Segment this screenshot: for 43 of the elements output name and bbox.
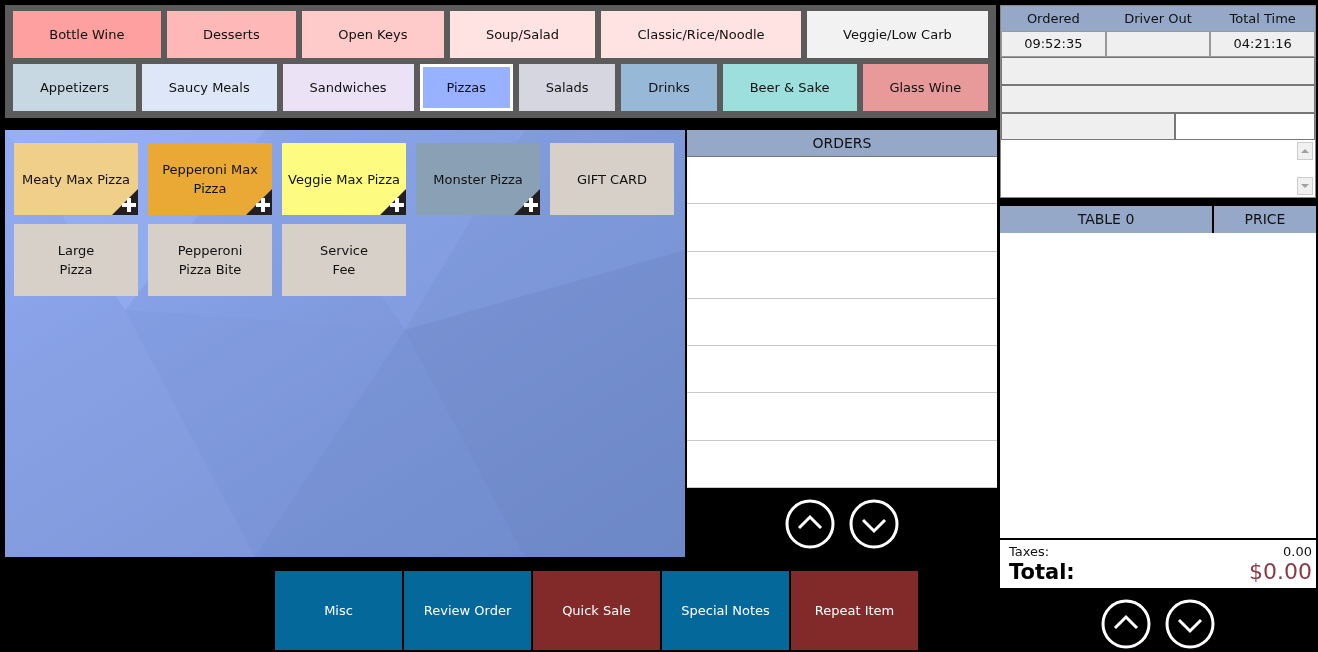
column-header: PRICE [1243, 210, 1287, 229]
action-button[interactable]: Quick Sale [533, 571, 660, 650]
scroll-down-button[interactable] [1165, 599, 1215, 649]
column-header: TABLE 0 [1000, 206, 1214, 233]
menu-item-button[interactable]: Meaty Max Pizza [14, 143, 138, 215]
category-tab[interactable]: Desserts [166, 11, 296, 58]
menu-item-button[interactable]: Service Fee [282, 224, 406, 296]
menu-item-button[interactable]: Pepperoni Pizza Bite [148, 224, 272, 296]
category-tab[interactable]: Classic/Rice/Noodle [601, 11, 801, 58]
category-tab[interactable]: Soup/Salad [449, 11, 596, 58]
menu-item-button[interactable]: Monster Pizza [416, 143, 540, 215]
category-tab[interactable]: Bottle Wine [13, 11, 161, 58]
total-label: Total: [1009, 560, 1075, 584]
scroll-down-button[interactable] [849, 499, 899, 549]
category-tab[interactable]: Saucy Meals [141, 64, 277, 111]
orders-header: ORDERS [687, 130, 997, 157]
table-cell: 09:52:35 [1001, 31, 1106, 57]
category-tab[interactable]: Beer & Sake [722, 64, 857, 111]
menu-item-button[interactable]: Veggie Max Pizza [282, 143, 406, 215]
category-tab[interactable]: Salads [518, 64, 616, 111]
scroll-up-button[interactable] [785, 499, 835, 549]
taxes-label: Taxes: [1009, 544, 1050, 559]
menu-item-button[interactable]: Large Pizza [14, 224, 138, 296]
total-value: $0.00 [1249, 559, 1312, 584]
column-header: Total Time [1228, 10, 1297, 28]
menu-item-button[interactable]: Pepperoni Max Pizza [148, 143, 272, 215]
action-button[interactable]: Special Notes [662, 571, 789, 650]
menu-item-button[interactable]: GIFT CARD [550, 143, 674, 215]
category-tab[interactable]: Appetizers [13, 64, 136, 111]
category-tab[interactable]: Sandwiches [282, 64, 414, 111]
column-header: Driver Out [1123, 10, 1193, 28]
category-tab[interactable]: Glass Wine [862, 64, 989, 111]
action-button[interactable]: Repeat Item [791, 571, 918, 650]
action-button[interactable]: Review Order [404, 571, 531, 650]
category-tab[interactable]: Open Keys [302, 11, 444, 58]
action-button[interactable]: Misc [275, 571, 402, 650]
category-tab[interactable]: Veggie/Low Carb [806, 11, 988, 58]
category-tab[interactable]: Drinks [621, 64, 717, 111]
table-cell: 04:21:16 [1210, 31, 1315, 57]
category-tab[interactable]: Pizzas [419, 64, 513, 111]
scroll-up-button[interactable] [1101, 599, 1151, 649]
column-header: Ordered [1025, 10, 1081, 28]
taxes-value: 0.00 [1283, 544, 1312, 559]
